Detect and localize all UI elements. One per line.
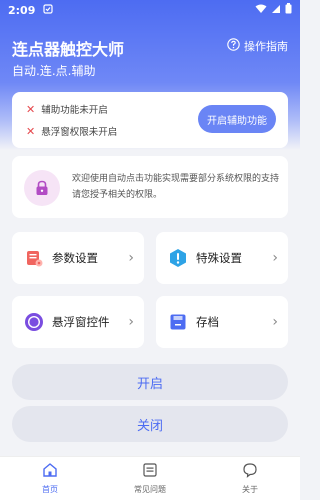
- chevron-right-icon: ›: [128, 314, 134, 330]
- app-title: 连点器触控大师: [12, 40, 125, 59]
- permission-item: ✕ 辅助功能未开启: [26, 102, 108, 117]
- nav-faq-label: 常见问题: [134, 485, 166, 494]
- help-icon: [227, 38, 240, 54]
- faq-icon: [142, 462, 158, 482]
- alert-icon: [168, 248, 188, 268]
- battery-icon: [285, 3, 292, 17]
- start-button[interactable]: 开启: [12, 364, 288, 400]
- permission-label: 辅助功能未开启: [41, 105, 108, 116]
- nav-faq[interactable]: 常见问题: [100, 457, 200, 500]
- notice-text: 欢迎使用自动点击功能实现需要部分系统权限的支持请您授予相关的权限。: [72, 174, 280, 200]
- permission-label: 悬浮窗权限未开启: [41, 127, 118, 138]
- chevron-right-icon: ›: [128, 250, 134, 266]
- chevron-right-icon: ›: [272, 250, 278, 266]
- special-settings-label: 特殊设置: [196, 251, 242, 265]
- permission-item: ✕ 悬浮窗权限未开启: [26, 124, 118, 139]
- chevron-right-icon: ›: [272, 314, 278, 330]
- wifi-icon: [255, 4, 267, 17]
- guide-link[interactable]: 操作指南: [227, 38, 288, 54]
- close-button[interactable]: 关闭: [12, 406, 288, 442]
- permission-card: ✕ 辅助功能未开启 ✕ 悬浮窗权限未开启 开启辅助功能: [12, 92, 288, 148]
- save-label: 存档: [196, 315, 219, 329]
- params-icon: [24, 248, 44, 268]
- params-settings-label: 参数设置: [52, 251, 98, 265]
- status-time: 2:09: [8, 3, 36, 17]
- about-icon: [242, 462, 258, 482]
- guide-label: 操作指南: [244, 40, 288, 53]
- notice-card: 欢迎使用自动点击功能实现需要部分系统权限的支持请您授予相关的权限。: [12, 156, 288, 218]
- status-bar: 2:09: [0, 0, 300, 20]
- nav-about-label: 关于: [242, 485, 258, 494]
- home-icon: [42, 462, 58, 482]
- special-settings-card[interactable]: 特殊设置 ›: [156, 232, 288, 284]
- nav-about[interactable]: 关于: [200, 457, 300, 500]
- notification-icon: [43, 3, 53, 17]
- nav-home[interactable]: 首页: [0, 457, 100, 500]
- bottom-nav: 首页 常见问题 关于: [0, 456, 300, 500]
- enable-accessibility-button[interactable]: 开启辅助功能: [198, 105, 276, 133]
- float-window-label: 悬浮窗控件: [52, 315, 110, 329]
- save-card[interactable]: 存档 ›: [156, 296, 288, 348]
- save-icon: [168, 312, 188, 332]
- nav-home-label: 首页: [42, 485, 58, 494]
- signal-icon: [271, 4, 281, 17]
- lock-icon: [24, 170, 60, 206]
- app-subtitle: 自动.连.点.辅助: [12, 64, 96, 78]
- close-icon: ✕: [26, 124, 36, 138]
- float-window-card[interactable]: 悬浮窗控件 ›: [12, 296, 144, 348]
- float-window-icon: [24, 312, 44, 332]
- params-settings-card[interactable]: 参数设置 ›: [12, 232, 144, 284]
- close-icon: ✕: [26, 102, 36, 116]
